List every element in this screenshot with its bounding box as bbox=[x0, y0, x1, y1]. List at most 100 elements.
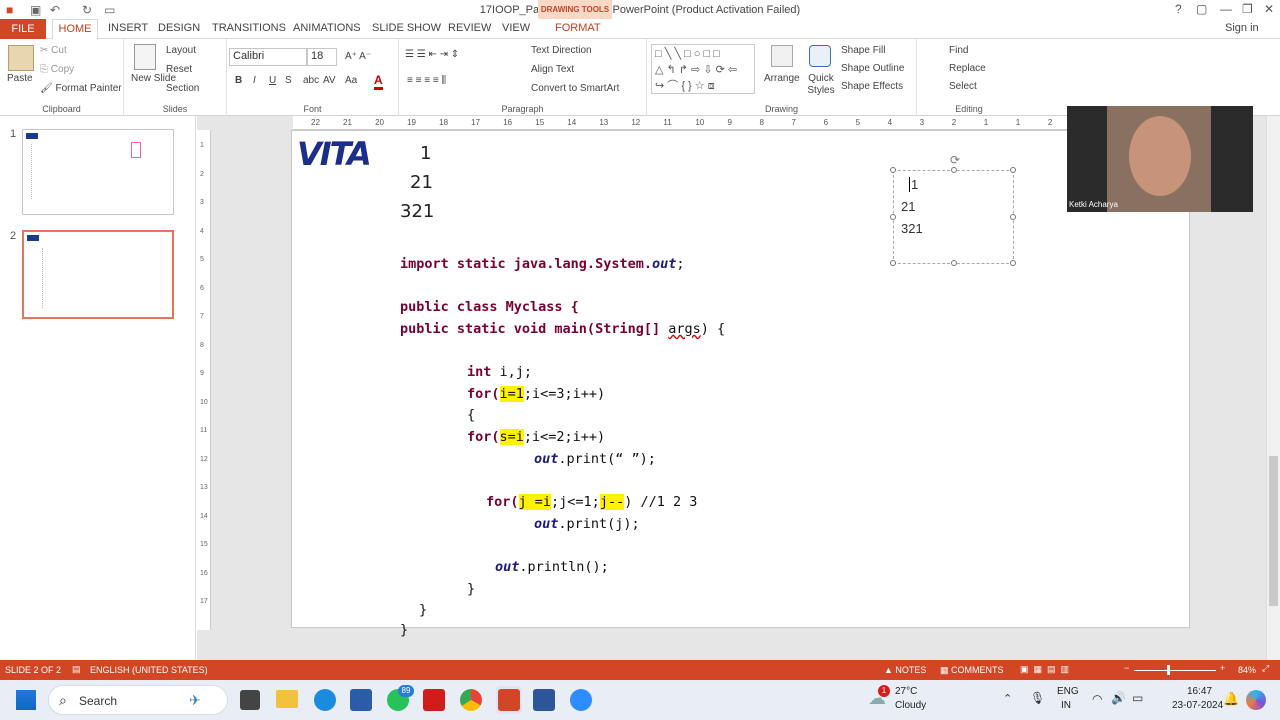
tab-slide-show[interactable]: SLIDE SHOW bbox=[372, 22, 441, 34]
fit-slide-icon[interactable]: ⤢ bbox=[1262, 663, 1269, 674]
store-icon[interactable] bbox=[350, 689, 372, 711]
char-spacing-icon[interactable]: AV bbox=[323, 75, 336, 86]
zoom-slider-thumb[interactable] bbox=[1167, 665, 1170, 675]
help-icon[interactable]: ? bbox=[1175, 2, 1182, 16]
change-case-icon[interactable]: Aa bbox=[345, 75, 357, 86]
convert-smartart-button[interactable]: Convert to SmartArt bbox=[531, 83, 619, 94]
maximize-icon[interactable]: ❐ bbox=[1242, 2, 1253, 16]
video-thumbnail[interactable]: Ketki Acharya bbox=[1067, 106, 1253, 212]
select-button[interactable]: Select bbox=[949, 81, 977, 92]
shape-effects-button[interactable]: Shape Effects bbox=[841, 81, 903, 92]
slide-canvas[interactable]: VITA 1 21 321 import static java.lang.Sy… bbox=[291, 130, 1190, 637]
edge-icon[interactable] bbox=[314, 689, 336, 711]
spellcheck-icon[interactable]: ▤ bbox=[72, 664, 81, 675]
replace-button[interactable]: Replace bbox=[949, 63, 986, 74]
reset-button[interactable]: Reset bbox=[166, 64, 192, 75]
chrome-icon[interactable] bbox=[460, 689, 482, 711]
resize-handle[interactable] bbox=[1010, 167, 1016, 173]
minimize-icon[interactable]: — bbox=[1220, 2, 1232, 16]
resize-handle[interactable] bbox=[1010, 214, 1016, 220]
clock-date[interactable]: 23-07-2024 bbox=[1172, 700, 1223, 711]
resize-handle[interactable] bbox=[951, 167, 957, 173]
search-box[interactable]: ⌕ Search ✈ bbox=[48, 685, 228, 715]
resize-handle[interactable] bbox=[890, 167, 896, 173]
slide-thumbnail-1[interactable] bbox=[22, 129, 174, 215]
cut-button[interactable]: ✂ Cut bbox=[40, 45, 67, 56]
align-icons[interactable]: ≡ ≡ ≡ ≡ ⫼ bbox=[407, 75, 446, 86]
section-button[interactable]: Section bbox=[166, 83, 199, 94]
view-buttons-icons[interactable]: ▣ ▦ ▤ ▥ bbox=[1020, 664, 1069, 675]
italic-icon[interactable]: I bbox=[253, 75, 256, 86]
microphone-icon[interactable]: 🎙 bbox=[1030, 691, 1045, 705]
language-indicator[interactable]: ENGLISH (UNITED STATES) bbox=[90, 665, 208, 675]
clock-time[interactable]: 16:47 bbox=[1187, 686, 1212, 697]
powerpoint-icon[interactable] bbox=[498, 689, 520, 711]
bold-icon[interactable]: B bbox=[235, 75, 242, 86]
strikethrough-icon[interactable]: abc bbox=[303, 75, 319, 86]
ribbon-display-icon[interactable]: ▢ bbox=[1196, 2, 1207, 16]
copy-button[interactable]: ⎘ Copy bbox=[40, 64, 74, 75]
arrange-button[interactable]: Arrange bbox=[764, 73, 800, 84]
text-direction-button[interactable]: Text Direction bbox=[531, 45, 592, 56]
layout-button[interactable]: Layout bbox=[166, 45, 196, 56]
comments-button[interactable]: ▦ COMMENTS bbox=[940, 665, 1004, 676]
resize-handle[interactable] bbox=[890, 214, 896, 220]
bullets-icon[interactable]: ☰ ☰ ⇤ ⇥ ⇕ bbox=[405, 49, 459, 60]
windows-start-icon[interactable] bbox=[16, 690, 36, 710]
shadow-icon[interactable]: S bbox=[285, 75, 292, 86]
notifications-icon[interactable]: 🔔 bbox=[1223, 691, 1239, 707]
tab-insert[interactable]: INSERT bbox=[108, 22, 148, 34]
weather-temp: 27°C bbox=[895, 686, 918, 697]
volume-icon[interactable]: 🔊 bbox=[1111, 691, 1126, 705]
copilot-icon[interactable] bbox=[1246, 690, 1266, 710]
paste-button[interactable]: Paste bbox=[7, 73, 33, 84]
resize-handle[interactable] bbox=[951, 260, 957, 266]
shape-outline-button[interactable]: Shape Outline bbox=[841, 63, 904, 74]
shape-fill-button[interactable]: Shape Fill bbox=[841, 45, 885, 56]
tab-home[interactable]: HOME bbox=[52, 19, 98, 40]
tray-chevron-icon[interactable]: ⌃ bbox=[1003, 692, 1012, 705]
font-size-box[interactable]: 18 bbox=[307, 48, 337, 66]
vertical-scrollbar[interactable] bbox=[1266, 116, 1280, 660]
zoom-app-icon[interactable] bbox=[570, 689, 592, 711]
close-icon[interactable]: ✕ bbox=[1264, 2, 1274, 16]
resize-handle[interactable] bbox=[1010, 260, 1016, 266]
notes-button[interactable]: ▲ NOTES bbox=[884, 665, 926, 675]
tab-format[interactable]: FORMAT bbox=[555, 22, 601, 34]
acrobat-icon[interactable] bbox=[423, 689, 445, 711]
task-view-icon[interactable] bbox=[240, 690, 260, 710]
file-explorer-icon[interactable] bbox=[276, 690, 298, 708]
shapes-gallery[interactable]: □ ╲ ╲ □ ○ □ □ △ ↰ ↱ ⇨ ⇩ ⟳ ⇦ ↪ ⌒ { } ☆ ⧈ bbox=[651, 44, 755, 94]
zoom-out-icon[interactable]: − bbox=[1124, 663, 1129, 673]
tab-review[interactable]: REVIEW bbox=[448, 22, 491, 34]
language-eng[interactable]: ENG bbox=[1057, 686, 1079, 697]
horizontal-ruler: 2221201918171615141312111098765432112345… bbox=[293, 116, 1190, 130]
align-text-button[interactable]: Align Text bbox=[531, 64, 574, 75]
tab-animations[interactable]: ANIMATIONS bbox=[293, 22, 361, 34]
tab-transitions[interactable]: TRANSITIONS bbox=[212, 22, 286, 34]
resize-handle[interactable] bbox=[890, 260, 896, 266]
font-color-icon[interactable]: A bbox=[374, 73, 383, 90]
wifi-icon[interactable]: ◠ bbox=[1092, 692, 1102, 706]
grow-font-icon[interactable]: A⁺ A⁻ bbox=[345, 51, 371, 62]
word-icon[interactable] bbox=[533, 689, 555, 711]
zoom-in-icon[interactable]: + bbox=[1220, 663, 1225, 673]
zoom-slider[interactable] bbox=[1134, 670, 1216, 671]
rotate-handle-icon[interactable]: ⟳ bbox=[950, 153, 960, 167]
selected-textbox[interactable]: 1 21 321 ⟳ bbox=[890, 153, 1016, 266]
font-name-box[interactable]: Calibri bbox=[229, 48, 307, 66]
format-painter-button[interactable]: 🖌 Format Painter bbox=[40, 83, 122, 94]
slide-thumbnail-2[interactable] bbox=[22, 230, 174, 319]
quick-styles-button[interactable]: Quick Styles bbox=[805, 73, 837, 97]
battery-icon[interactable]: ▭ bbox=[1132, 691, 1143, 705]
language-in[interactable]: IN bbox=[1061, 700, 1071, 711]
tab-view[interactable]: VIEW bbox=[502, 22, 530, 34]
clipboard-group: Paste ✂ Cut ⎘ Copy 🖌 Format Painter Clip… bbox=[0, 39, 124, 116]
find-button[interactable]: Find bbox=[949, 45, 968, 56]
scrollbar-thumb[interactable] bbox=[1269, 456, 1278, 606]
tab-file[interactable]: FILE bbox=[0, 19, 46, 39]
sign-in-link[interactable]: Sign in bbox=[1225, 22, 1259, 34]
underline-icon[interactable]: U bbox=[269, 75, 276, 86]
zoom-level[interactable]: 84% bbox=[1238, 665, 1256, 675]
tab-design[interactable]: DESIGN bbox=[158, 22, 200, 34]
